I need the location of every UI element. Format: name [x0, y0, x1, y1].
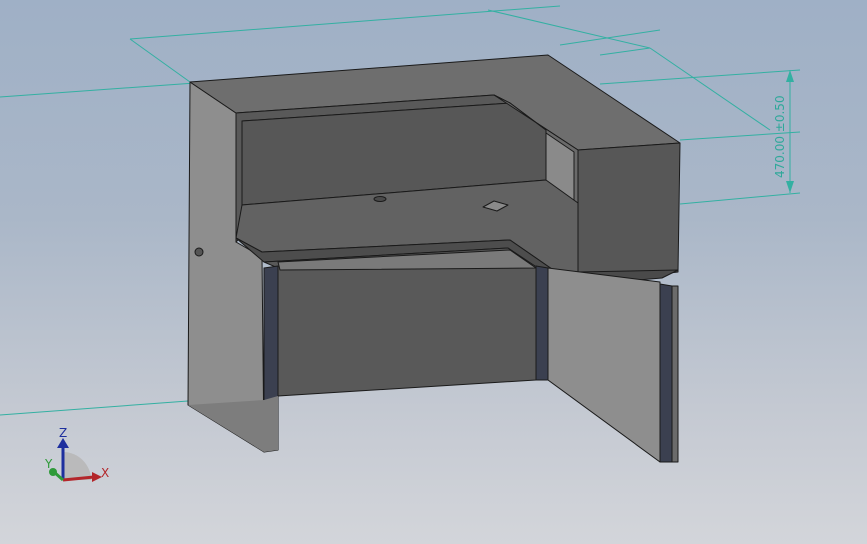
center-leg-edge [535, 265, 549, 381]
right-wing-front [577, 142, 681, 285]
z-axis-label: Z [59, 426, 67, 440]
y-axis-label: Y [44, 457, 53, 471]
cad-viewport[interactable]: 470.00 ±0.50 Z X Y [0, 0, 867, 544]
grommet-round [373, 196, 387, 202]
right-leg-edge [659, 283, 673, 463]
cable-hole [194, 247, 204, 257]
x-axis-label: X [101, 466, 109, 480]
triad-arc [63, 452, 91, 480]
right-side-panel [547, 267, 661, 463]
dimension-label[interactable]: 470.00 ±0.50 [773, 95, 787, 178]
reception-desk-model[interactable] [187, 54, 681, 463]
view-triad[interactable]: Z X Y [44, 426, 109, 482]
right-leg-back [671, 285, 679, 463]
left-panel-bottom [188, 396, 278, 452]
